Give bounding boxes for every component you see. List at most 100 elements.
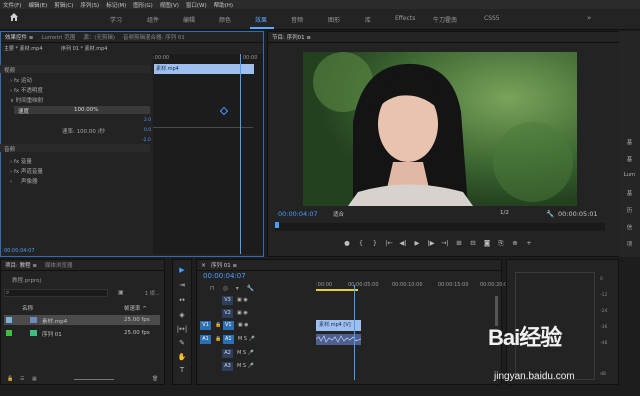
ws-custom[interactable]: 牛刀霍南 [433,15,457,24]
tab-source[interactable]: 源：(无剪辑) [83,33,115,41]
ws-editing[interactable]: 编辑 [183,15,195,24]
speed-value[interactable]: 100.00% [74,107,98,113]
tab-lumetri-scopes[interactable]: Lumetri 范围 [41,33,75,41]
extract-button[interactable]: ⊟ [466,239,480,248]
track-v2[interactable]: V2 ▣ ◉ [200,309,248,321]
go-to-in-button[interactable]: |← [382,239,396,248]
slip-tool-icon[interactable]: |↔| [176,325,188,333]
track-a1[interactable]: A1 🔒 A1 M S 🎤 [200,335,255,347]
type-tool-icon[interactable]: T [176,366,188,374]
fx-panner[interactable]: › 声像器 [10,177,37,185]
ws-color[interactable]: 颜色 [219,15,231,24]
work-area-bar[interactable] [316,289,358,291]
ws-graphics[interactable]: 图形 [328,15,340,24]
zoom-slider[interactable] [74,379,114,380]
strip-info[interactable]: 信 [621,223,638,231]
program-title[interactable]: 节目: 序列01 ≡ [272,33,311,41]
track-v3[interactable]: V3 ▣ ◉ [200,296,248,308]
menu-clip[interactable]: 剪辑(C) [54,1,73,9]
track-target[interactable]: V3 [222,296,233,305]
program-scrub-bar[interactable] [275,222,605,231]
menu-sequence[interactable]: 序列(S) [80,1,99,9]
strip-lumetri[interactable]: Lum [621,172,638,178]
timeline-playhead[interactable] [354,285,355,380]
menu-help[interactable]: 帮助(H) [214,1,233,9]
track-target[interactable]: A2 [222,349,233,358]
pen-tool-icon[interactable]: ✎ [176,339,188,347]
menu-file[interactable]: 文件(F) [3,1,21,9]
trash-icon[interactable]: 🗑 [152,376,158,382]
strip-basic-3[interactable]: 基 [621,189,638,197]
list-item[interactable]: 素材.mp4 25.00 fps [4,315,160,325]
menu-edit[interactable]: 编辑(E) [28,1,47,9]
track-target[interactable]: A1 [222,335,234,344]
fx-motion[interactable]: › fx 运动 [10,76,32,84]
track-select-tool-icon[interactable]: ⇥ [176,281,188,289]
mute-solo[interactable]: M S [237,363,246,369]
track-a3[interactable]: A3 M S 🎤 [200,362,254,374]
close-icon[interactable]: × [201,262,206,269]
tab-effect-controls[interactable]: 效果控件 ≡ [5,33,33,41]
list-view-icon[interactable]: ☰ [20,376,24,382]
menu-window[interactable]: 窗口(W) [186,1,207,9]
lift-button[interactable]: ⊞ [452,239,466,248]
hand-tool-icon[interactable]: ✋ [176,353,188,361]
track-v1[interactable]: V1 🔒 V1 ▣ ◉ [200,321,249,333]
snap-icon[interactable]: ⊓ [210,285,215,292]
mark-out-button[interactable]: } [368,239,382,248]
menu-graphics[interactable]: 图形(G) [133,1,153,9]
col-name[interactable]: 名称 [22,304,33,312]
step-back-button[interactable]: ◀| [396,239,410,248]
list-item[interactable]: 序列 01 25.00 fps [4,328,160,338]
play-button[interactable]: ▶ [410,239,424,248]
source-selector[interactable]: 主要 * 素材.mp4 [4,45,43,52]
track-a2[interactable]: A2 M S 🎤 [200,349,254,361]
project-search-input[interactable] [4,289,108,297]
ws-effects[interactable]: 效果 [255,15,267,24]
menu-view[interactable]: 视图(V) [160,1,179,9]
program-timecode[interactable]: 00:00:04:07 [278,210,318,218]
go-to-out-button[interactable]: →| [438,239,452,248]
program-resolution-select[interactable]: 1/2 [500,210,509,216]
step-forward-button[interactable]: |▶ [424,239,438,248]
ws-learn[interactable]: 学习 [110,15,122,24]
home-icon[interactable] [9,12,19,22]
source-patch[interactable]: A1 [200,335,211,344]
ripple-edit-tool-icon[interactable]: ↔ [176,296,188,304]
linked-selection-icon[interactable]: ◎ [223,285,228,292]
tab-project[interactable]: 项目: 教程 ≡ [5,261,37,269]
strip-history[interactable]: 历 [621,206,638,214]
strip-basic-2[interactable]: 基 [621,155,638,163]
program-playhead[interactable] [275,222,279,228]
icon-view-icon[interactable]: ▦ [32,376,37,382]
tab-audio-clip-mixer[interactable]: 音频剪辑混合器: 序列 01 [123,33,185,41]
source-patch[interactable]: V1 [200,321,211,330]
tab-media-browser[interactable]: 媒体浏览器 [45,261,73,269]
strip-project[interactable]: 项 [621,240,638,248]
ws-assembly[interactable]: 组件 [147,15,159,24]
track-target[interactable]: V1 [222,321,234,330]
mute-solo[interactable]: M S [238,336,247,342]
ws-audio[interactable]: 音频 [291,15,303,24]
track-target[interactable]: V2 [222,309,233,318]
tab-sequence[interactable]: 序列 01 ≡ [211,261,237,269]
new-bin-icon[interactable]: ▣ [118,289,124,296]
razor-tool-icon[interactable]: ◈ [176,311,188,319]
ec-playhead[interactable] [240,54,241,254]
add-marker-icon[interactable]: ▾ [236,285,239,292]
program-fit-select[interactable]: 适合 [333,210,344,218]
ec-clip-bar[interactable]: 素材.mp4 [154,64,254,74]
vr-button[interactable]: ⊕ [508,239,522,248]
track-target[interactable]: A3 [222,362,233,371]
strip-basic[interactable]: 基 [621,138,638,146]
comparison-view-button[interactable]: ⎘ [494,239,508,248]
mute-solo[interactable]: M S [237,350,246,356]
add-marker-button[interactable]: ● [340,239,354,248]
timeline-timecode[interactable]: 00:00:04:07 [203,272,246,280]
mark-in-button[interactable]: { [354,239,368,248]
write-protect-icon[interactable]: 🔓 [7,376,13,382]
col-fps[interactable]: 帧速率 ^ [124,304,147,312]
effects-mini-timeline[interactable] [153,54,263,254]
selection-tool-icon[interactable]: ▶ [176,266,188,274]
menu-marker[interactable]: 标记(M) [106,1,126,9]
